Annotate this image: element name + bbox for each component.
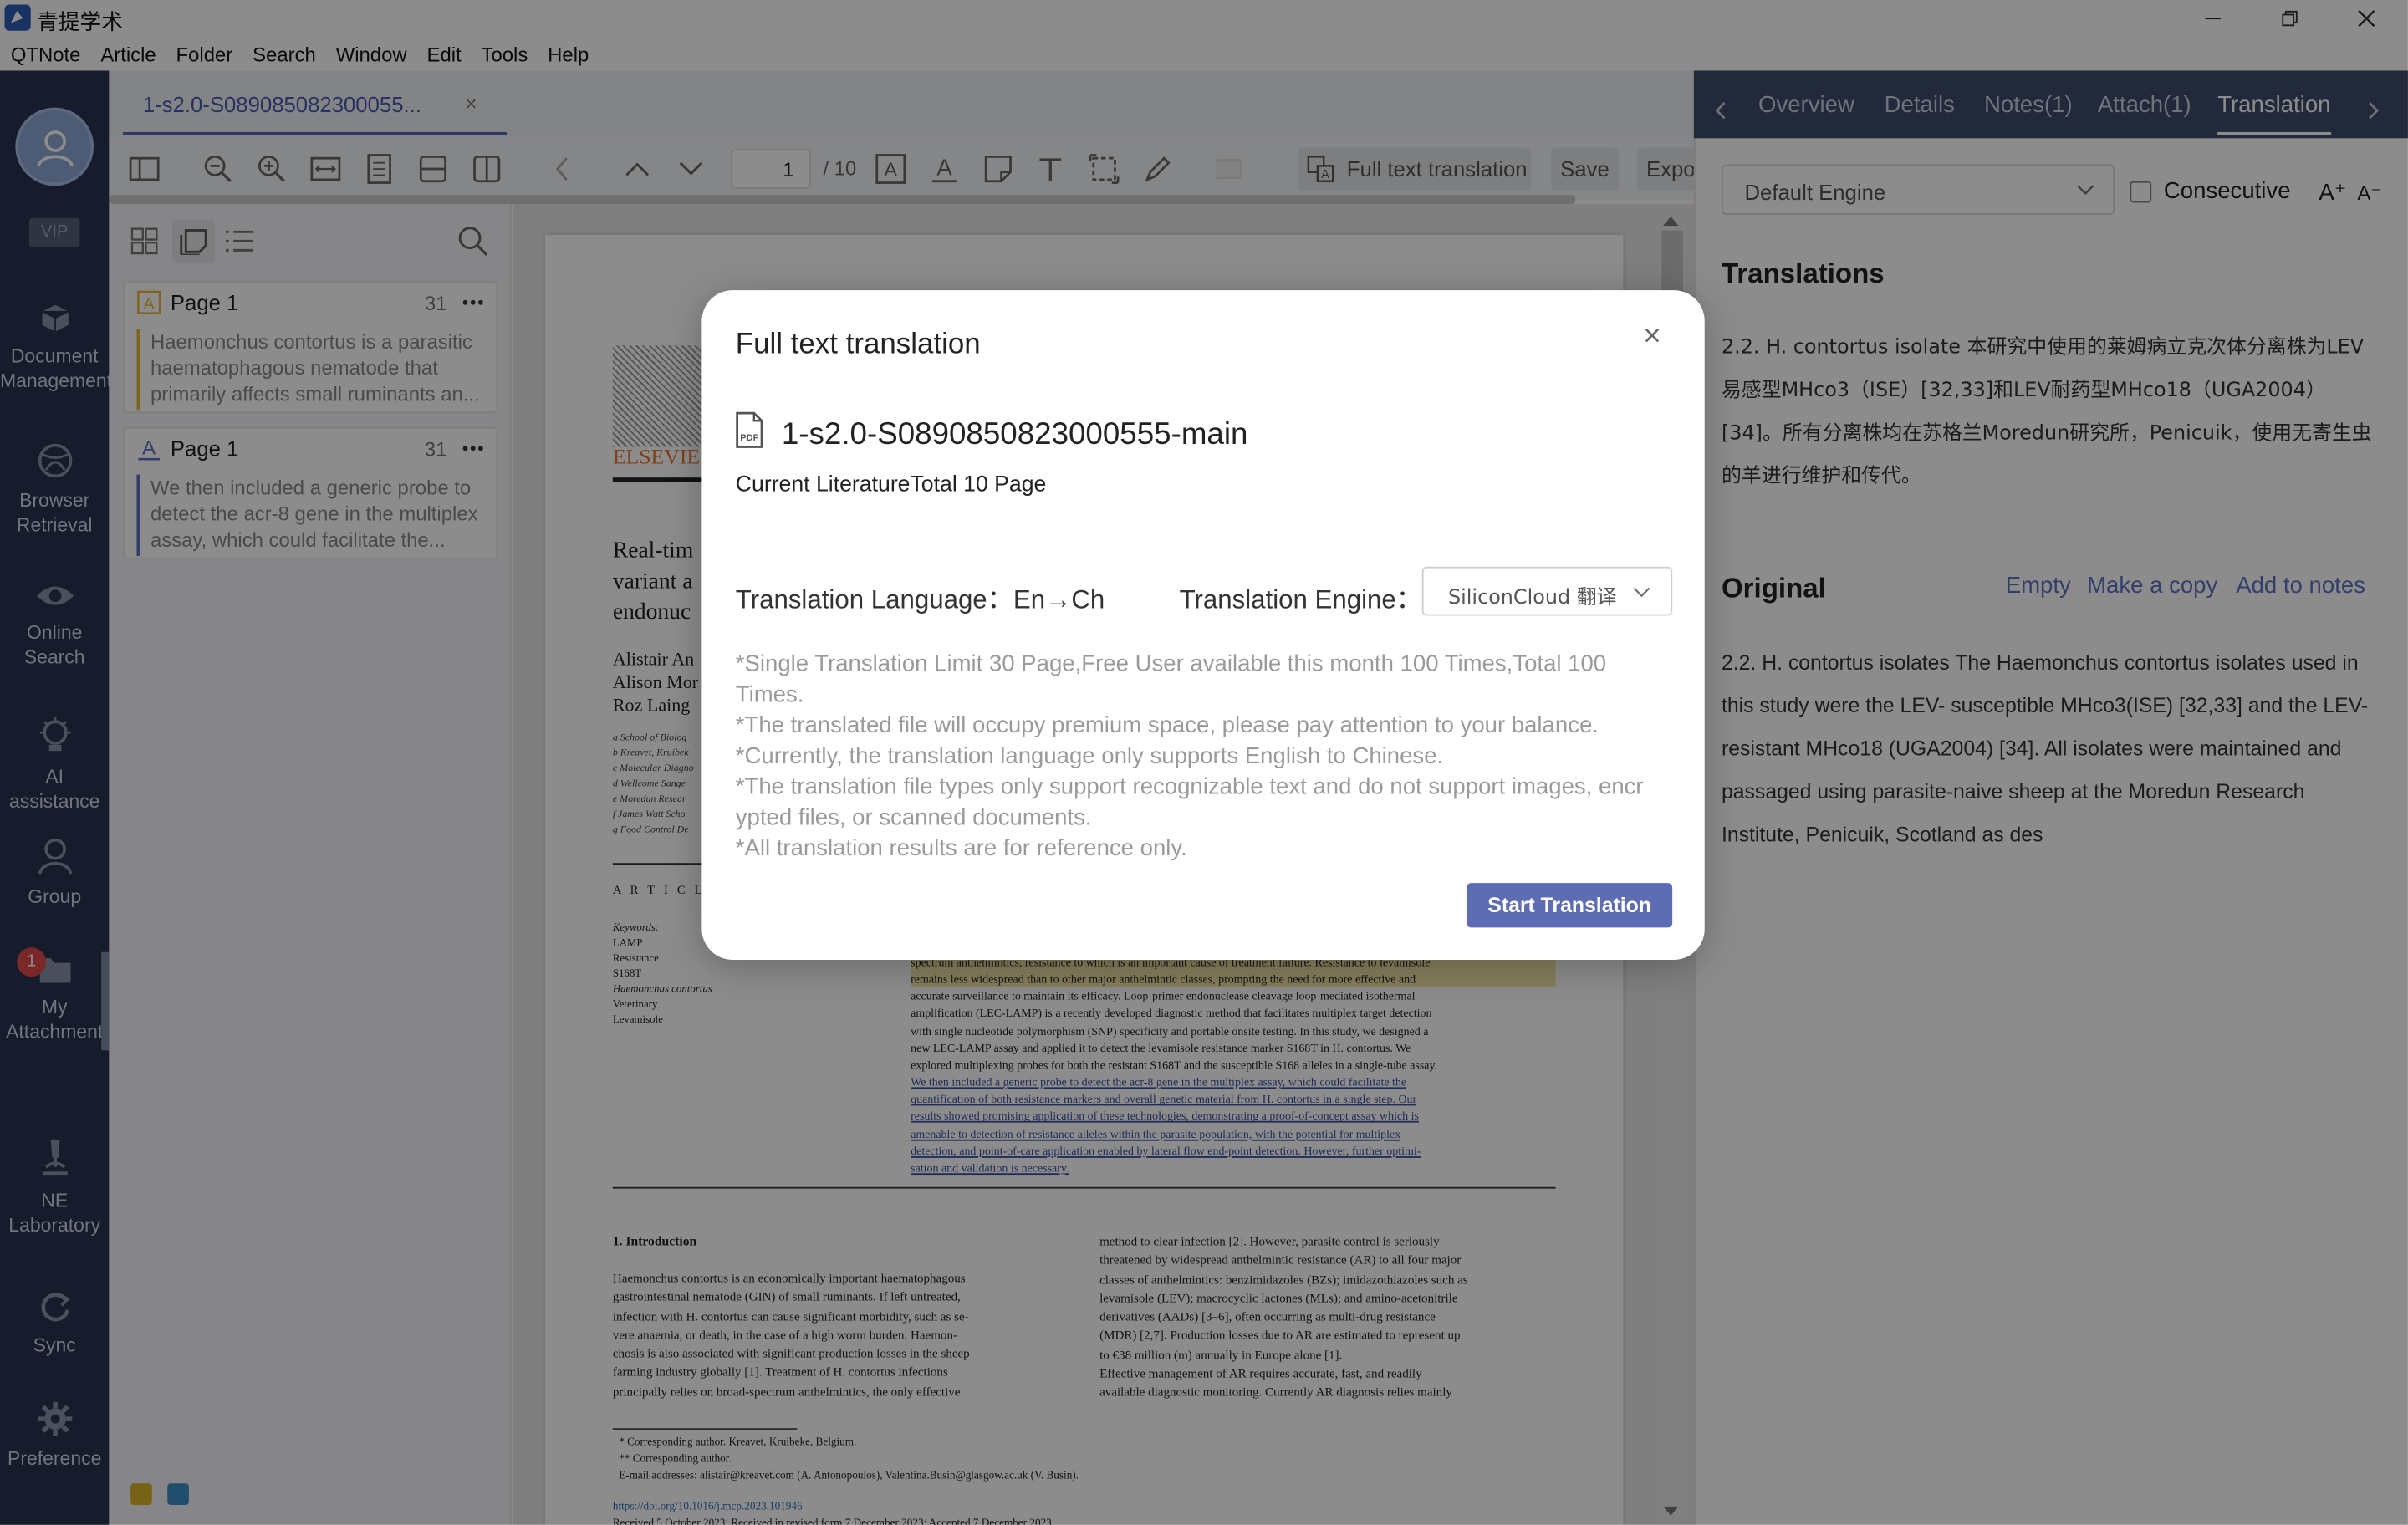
note-line: *Single Translation Limit 30 Page,Free U…: [735, 650, 1607, 708]
dialog-title: Full text translation: [735, 329, 981, 361]
translation-engine-value: SiliconCloud 翻译: [1448, 586, 1617, 610]
note-line: ypted files, or scanned documents.: [735, 804, 1092, 831]
note-line: *The translated file will occupy premium…: [735, 712, 1599, 739]
start-translation-button[interactable]: Start Translation: [1467, 883, 1673, 928]
note-line: *The translation file types only support…: [735, 773, 1644, 800]
dialog-notes: *Single Translation Limit 30 Page,Free U…: [736, 650, 1676, 865]
translation-engine-label: Translation Engine：: [1179, 584, 1423, 615]
note-line: *Currently, the translation language onl…: [735, 742, 1444, 770]
pdf-file-icon: PDF: [734, 411, 765, 448]
dialog-page-info: Current LiteratureTotal 10 Page: [735, 472, 1047, 498]
chevron-down-icon: [1633, 587, 1650, 598]
dialog-close-icon[interactable]: ×: [1643, 319, 1661, 354]
note-line: *All translation results are for referen…: [735, 835, 1187, 862]
dialog-file-name: 1-s2.0-S0890850823000555-main: [781, 417, 1248, 451]
svg-text:PDF: PDF: [740, 433, 758, 443]
translation-engine-select[interactable]: SiliconCloud 翻译: [1421, 566, 1673, 616]
translation-language: Translation Language：En→Ch: [735, 584, 1105, 615]
